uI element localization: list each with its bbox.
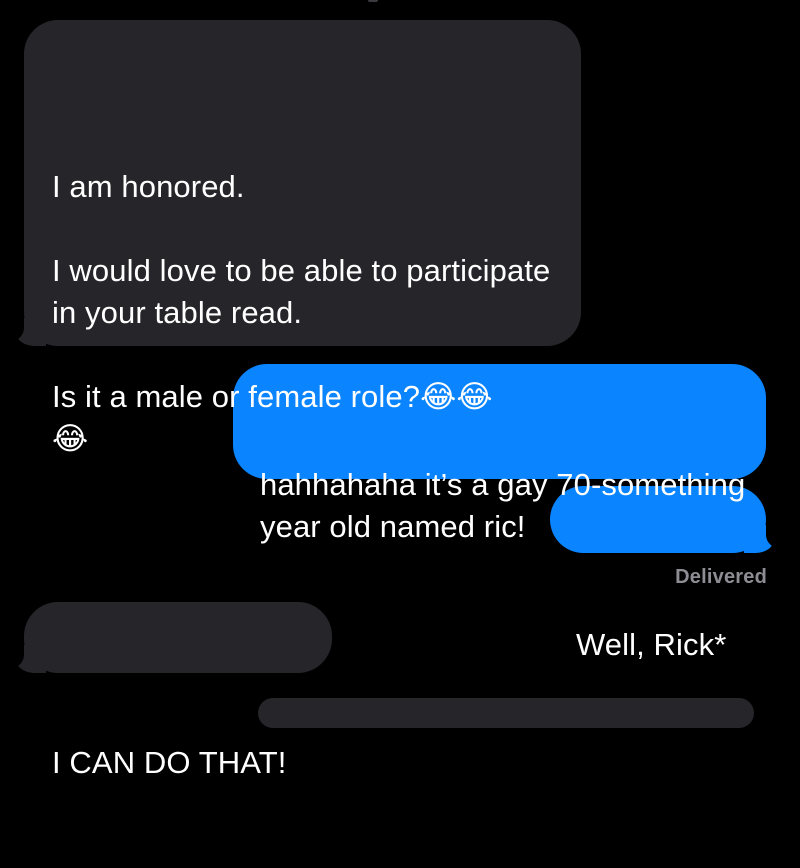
message-thread: I am honored. I would love to be able to… bbox=[0, 0, 800, 780]
message-text: I am honored. I would love to be able to… bbox=[52, 169, 551, 456]
message-text: I CAN DO THAT! bbox=[52, 745, 287, 780]
scroll-edge-artifact bbox=[368, 0, 378, 2]
bubble-tail bbox=[16, 318, 46, 346]
bubble-tail bbox=[16, 645, 46, 673]
delivery-status: Delivered bbox=[675, 566, 767, 588]
incoming-message-bubble[interactable]: I am honored. I would love to be able to… bbox=[16, 20, 581, 456]
message-text: hahhahaha it’s a gay 70-something year o… bbox=[260, 467, 755, 544]
incoming-message-bubble[interactable]: I CAN DO THAT! bbox=[16, 602, 332, 780]
bubble-tail bbox=[744, 525, 774, 553]
partially-visible-message-bubble[interactable] bbox=[258, 698, 754, 728]
message-text: Well, Rick* bbox=[576, 627, 727, 662]
